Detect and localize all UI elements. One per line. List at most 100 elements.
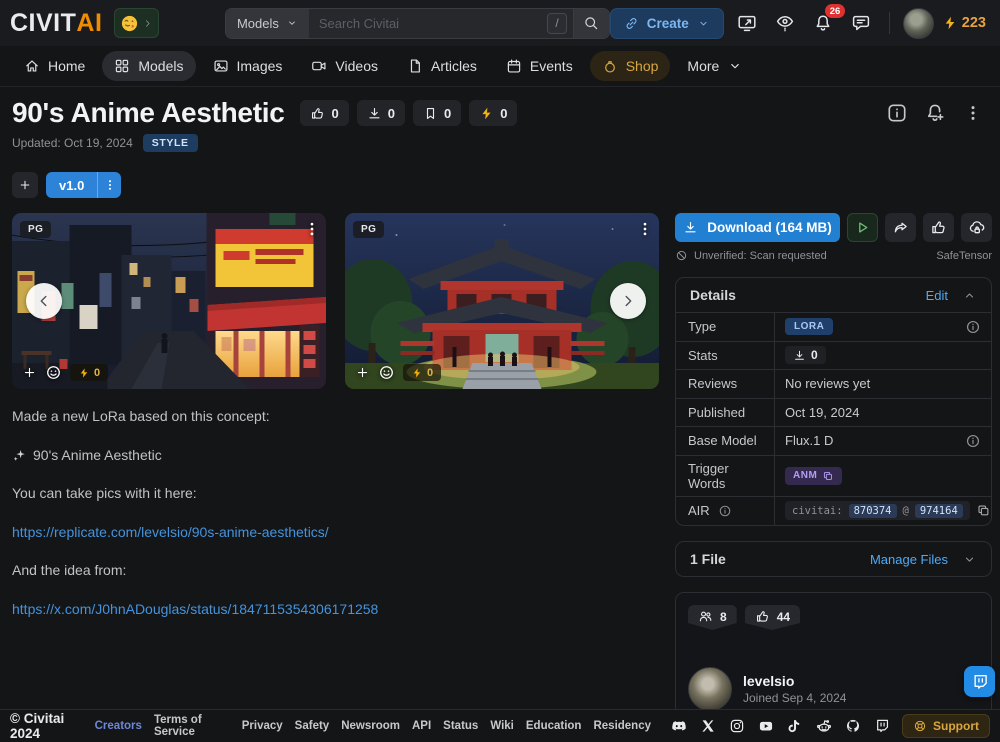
user-avatar[interactable] [902,7,934,39]
row-label: Type [688,319,717,335]
base-model-info-button[interactable] [965,433,981,449]
vault-button[interactable] [961,213,992,242]
creator-username[interactable]: levelsio [743,673,846,689]
model-menu-button[interactable] [958,98,988,128]
github-icon[interactable] [845,718,861,734]
bookmarks-stat[interactable]: 0 [412,100,462,126]
image-menu-button[interactable] [303,220,321,238]
downloads-stat[interactable]: 0 [356,100,405,126]
create-button[interactable]: Create [609,7,724,39]
emoji-reaction-button[interactable] [45,364,62,381]
carousel-prev-button[interactable] [26,283,62,319]
image-buzz-chip[interactable]: 0 [70,364,109,381]
screencast-button[interactable] [732,8,762,38]
browsing-level-button[interactable] [770,8,800,38]
air-info-button[interactable] [718,504,732,518]
follow-notifications-button[interactable] [920,98,950,128]
support-button[interactable]: Support [902,714,990,738]
youtube-icon[interactable] [758,718,774,734]
twitch-icon[interactable] [874,718,890,734]
row-label: Trigger Words [688,460,729,491]
details-edit-link[interactable]: Edit [926,288,948,303]
model-description: Made a new LoRa based on this concept: 9… [12,408,660,618]
footer-link-safety[interactable]: Safety [295,720,330,732]
model-stats: 0 0 0 0 [300,100,518,126]
row-label: Stats [688,347,718,363]
nav-item-articles[interactable]: Articles [395,51,489,81]
search-category-dropdown[interactable]: Models [225,8,309,38]
x-icon[interactable] [700,718,716,734]
cloud-lock-icon [968,219,986,237]
likes-stat[interactable]: 0 [300,100,349,126]
nav-item-videos[interactable]: Videos [299,51,390,81]
discord-icon[interactable] [671,718,687,734]
search-button[interactable] [572,8,609,38]
updated-date: Updated: Oct 19, 2024 [12,136,133,150]
x-post-link[interactable]: https://x.com/J0hnADouglas/status/184711… [12,601,378,619]
category-badge[interactable]: STYLE [142,134,198,152]
trigger-word-badge[interactable]: ANM [785,466,843,485]
version-menu[interactable] [97,172,121,198]
footer-link-education[interactable]: Education [526,720,582,732]
add-reaction-button[interactable] [22,365,37,380]
notifications-button[interactable]: 26 [808,4,845,38]
share-button[interactable] [885,213,916,242]
creator-likes-badge[interactable]: 44 [744,605,801,630]
holiday-emoji-button[interactable] [114,8,159,38]
version-button[interactable]: v1.0 [46,172,122,198]
chat-button[interactable] [846,8,876,38]
buzz-balance[interactable]: 223 [942,15,990,31]
model-info-button[interactable] [882,98,912,128]
run-model-button[interactable] [847,213,878,242]
civitai-logo[interactable]: CIVIT AI [10,9,102,38]
image-menu-button[interactable] [636,220,654,238]
footer-link-terms[interactable]: Terms of Service [154,714,230,738]
kebab-menu-icon [636,220,654,238]
footer-link-status[interactable]: Status [443,720,478,732]
buzz-stat[interactable]: 0 [469,100,518,126]
files-expand-button[interactable] [962,552,977,567]
replicate-link[interactable]: https://replicate.com/levelsio/90s-anime… [12,524,329,542]
nav-item-shop[interactable]: Shop [589,51,671,81]
like-button[interactable] [923,213,954,242]
search-input[interactable] [318,15,542,31]
info-icon [718,504,732,518]
tiktok-icon[interactable] [787,718,803,734]
creator-avatar[interactable] [688,667,732,711]
details-title: Details [690,287,736,303]
kebab-menu-icon [103,178,117,192]
footer-link-newsroom[interactable]: Newsroom [341,720,400,732]
nav-item-more[interactable]: More [675,51,755,81]
manage-files-link[interactable]: Manage Files [870,552,948,567]
lifebuoy-icon [913,719,927,733]
add-reaction-button[interactable] [355,365,370,380]
row-label: Base Model [688,433,757,449]
type-info-button[interactable] [965,319,981,335]
plus-icon [22,365,37,380]
nav-item-models[interactable]: Models [102,51,196,81]
followers-badge[interactable]: 8 [688,605,737,630]
description-line: https://replicate.com/levelsio/90s-anime… [12,524,660,542]
reddit-icon[interactable] [816,718,832,734]
nav-item-home[interactable]: Home [12,51,97,81]
footer-link-residency[interactable]: Residency [593,720,651,732]
footer-link-wiki[interactable]: Wiki [490,720,514,732]
air-model-id: 870374 [848,503,897,518]
nav-item-images[interactable]: Images [201,51,295,81]
image-buzz-chip[interactable]: 0 [403,364,442,381]
creator-card[interactable]: 8 44 levelsio Joined Sep 4, 2024 [675,592,992,723]
nav-item-events[interactable]: Events [494,51,585,81]
download-icon [683,220,698,235]
footer-link-api[interactable]: API [412,720,431,732]
emoji-reaction-button[interactable] [378,364,395,381]
add-version-button[interactable] [12,172,38,198]
instagram-icon[interactable] [729,718,745,734]
download-button[interactable]: Download (164 MB) [675,213,840,242]
eye-alert-icon [775,13,795,33]
details-collapse-button[interactable] [962,288,977,303]
type-badge[interactable]: LORA [785,318,834,336]
air-copy-button[interactable] [976,503,991,518]
carousel-next-button[interactable] [610,283,646,319]
chat-fab-button[interactable] [964,666,995,697]
footer-link-creators[interactable]: Creators [95,720,142,732]
